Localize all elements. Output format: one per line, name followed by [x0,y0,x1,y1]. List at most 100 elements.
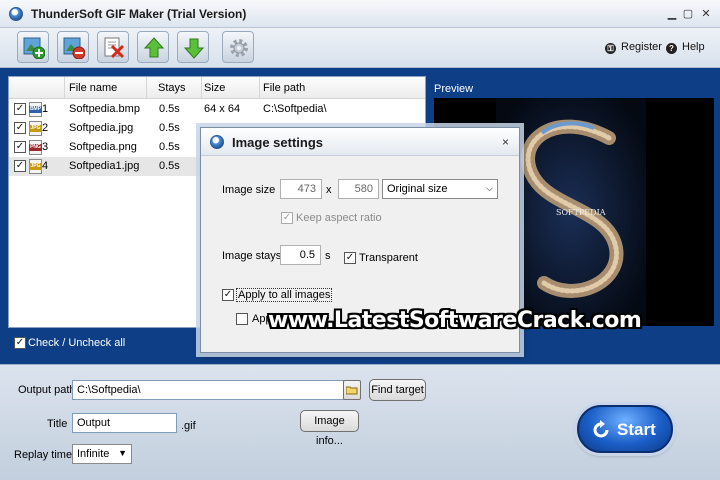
seconds-unit-label: s [325,250,331,262]
remove-image-icon [63,37,85,59]
file-type-label: PNG [29,144,42,151]
gif-extension-label: .gif [181,420,196,432]
row-file-name: Softpedia.png [69,141,137,153]
file-type-label: JPG [29,163,42,170]
file-list-header: File name Stays Size File path [9,77,425,99]
replay-times-value: Infinite [77,448,110,460]
row-size: 64 x 64 [204,103,241,115]
column-file-name[interactable]: File name [69,82,117,94]
help-link[interactable]: ? Help [666,41,705,54]
table-row[interactable]: ✓ BMP 1 Softpedia.bmp 0.5s 64 x 64 C:\Softpedi… [9,100,425,119]
title-bar: ThunderSoft GIF Maker (Trial Version) ▁ … [0,0,720,28]
image-info-button[interactable]: Image info... [300,410,359,447]
start-label: Start [617,420,656,439]
preview-label: Preview [434,83,474,95]
replay-times-select[interactable]: Infinite ▼ [72,444,132,464]
row-stays: 0.5s [159,141,180,153]
move-down-button[interactable] [177,31,209,63]
find-target-button[interactable]: Find target [369,379,426,401]
clear-list-button[interactable] [97,31,129,63]
column-size[interactable]: Size [204,82,225,94]
keep-aspect-checkbox[interactable]: ✓ [281,212,293,224]
add-image-button[interactable] [17,31,49,63]
dialog-title-bar: Image settings × [201,128,519,156]
column-file-path[interactable]: File path [263,82,305,94]
apply-all-checkbox[interactable]: ✓ [222,289,234,301]
file-type-icon: PNG [29,140,42,155]
row-index: 1 [42,103,49,115]
remove-image-button[interactable] [57,31,89,63]
row-index: 2 [42,122,49,134]
file-type-icon: BMP [29,102,42,117]
row-file-name: Softpedia1.jpg [69,160,140,172]
column-stays[interactable]: Stays [158,82,186,94]
apply-all-label: Apply to all images [236,288,333,302]
folder-icon [345,386,358,395]
window-title: ThunderSoft GIF Maker (Trial Version) [31,7,247,21]
row-stays: 0.5s [159,160,180,172]
size-mode-select[interactable]: Original size ⌵ [382,179,498,199]
add-image-icon [23,37,45,59]
row-file-path: C:\Softpedia\ [263,103,327,115]
file-type-icon: JPG [29,159,42,174]
dialog-app-icon [210,135,224,149]
check-all-checkbox[interactable]: ✓ [14,337,26,349]
row-checkbox[interactable]: ✓ [14,141,26,153]
row-file-name: Softpedia.bmp [69,103,140,115]
close-icon[interactable]: ✕ [700,8,712,20]
output-path-field[interactable]: C:\Softpedia\ [72,380,344,400]
maximize-icon[interactable]: ▢ [682,8,694,20]
move-up-button[interactable] [137,31,169,63]
key-icon: ⚿ [605,43,616,54]
register-label: Register [621,41,662,53]
row-index: 4 [42,160,49,172]
file-type-label: BMP [29,106,42,113]
title-label: Title [47,418,68,430]
size-mode-value: Original size [387,183,448,195]
image-stays-input[interactable]: 0.5 [280,245,321,265]
file-type-icon: JPG [29,121,42,136]
help-label: Help [682,41,705,53]
watermark-text: www.LatestSoftwareCrack.com [268,308,642,333]
register-link[interactable]: ⚿ Register [605,41,662,54]
chevron-down-icon: ⌵ [486,183,493,193]
transparent-checkbox[interactable]: ✓ [344,252,356,264]
times-label: x [326,184,332,196]
refresh-icon [593,420,609,438]
dialog-close-icon[interactable]: × [502,135,509,149]
start-button[interactable]: Start [577,405,673,453]
output-path-label: Output path [18,384,76,396]
title-field[interactable]: Output [72,413,177,433]
clear-list-icon [104,37,125,59]
minimize-icon[interactable]: ▁ [666,8,678,20]
row-index: 3 [42,141,49,153]
image-size-label: Image size [222,184,276,196]
preview-overlay-text: SOFTPEDIA [556,208,606,217]
width-input[interactable]: 473 [280,179,322,199]
transparent-label: Transparent [359,252,418,264]
row-checkbox[interactable]: ✓ [14,103,26,115]
move-down-icon [183,38,205,59]
help-icon: ? [666,43,677,54]
row-stays: 0.5s [159,122,180,134]
row-file-name: Softpedia.jpg [69,122,134,134]
keep-aspect-label: Keep aspect ratio [296,212,382,224]
dialog-title: Image settings [232,135,324,150]
row-stays: 0.5s [159,103,180,115]
image-stays-label: Image stays [222,250,282,262]
row-checkbox[interactable]: ✓ [14,122,26,134]
move-up-icon [143,37,165,58]
check-all-label: Check / Uncheck all [28,337,126,349]
height-input[interactable]: 580 [338,179,379,199]
output-panel: Output path C:\Softpedia\ Find target Ti… [0,364,720,480]
browse-folder-button[interactable] [343,380,361,400]
app-logo-icon [9,7,23,21]
settings-icon [230,39,248,57]
settings-button[interactable] [222,31,254,63]
replay-times-label: Replay times [14,449,78,461]
toolbar: ⚿ Register ? Help [0,28,720,68]
row-checkbox[interactable]: ✓ [14,160,26,172]
file-type-label: JPG [29,125,42,132]
apply-partial-checkbox[interactable] [236,313,248,325]
chevron-down-icon: ▼ [118,448,127,458]
